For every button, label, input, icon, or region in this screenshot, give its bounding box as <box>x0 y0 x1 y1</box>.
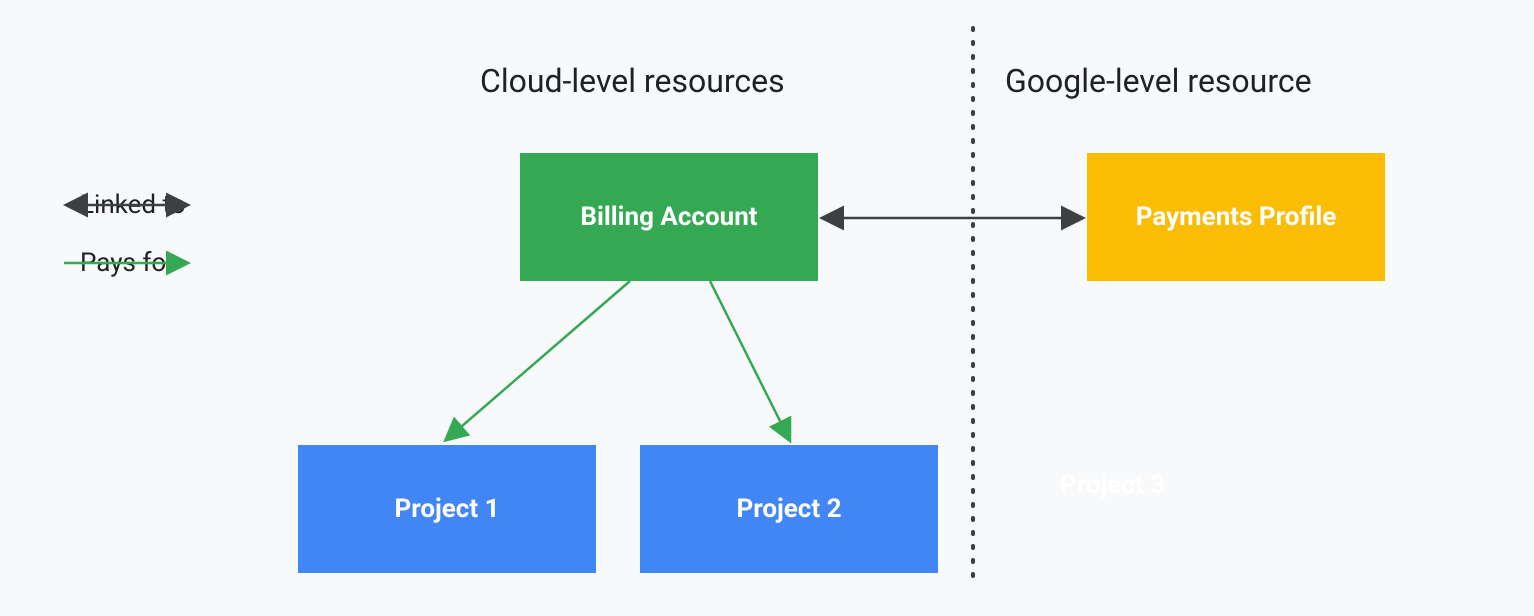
divider-dotted <box>968 28 978 588</box>
pays-for-connectors <box>0 0 1534 616</box>
